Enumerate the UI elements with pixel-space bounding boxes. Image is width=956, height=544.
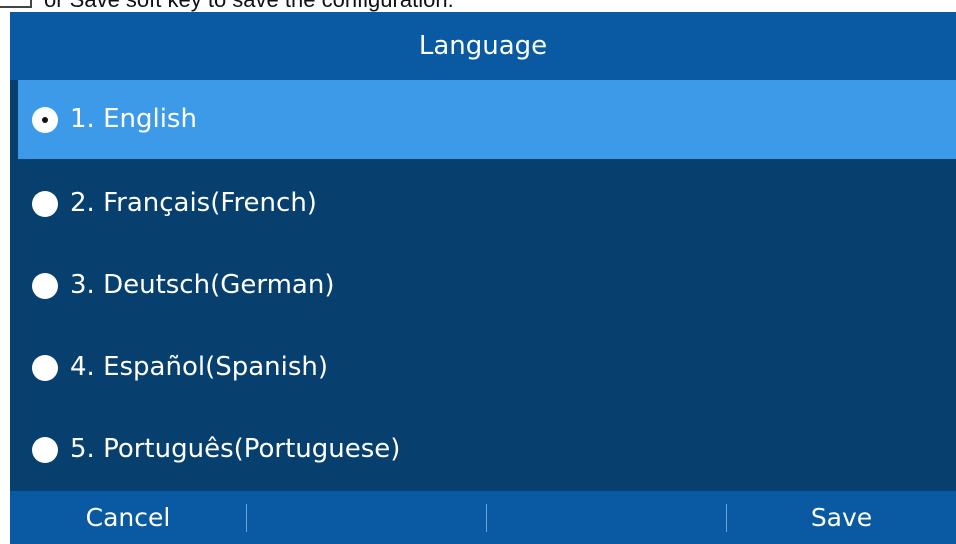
softkey-bar: Cancel Save <box>10 491 956 544</box>
cancel-button[interactable]: Cancel <box>10 491 246 544</box>
language-option-french[interactable]: 2. Français(French) <box>18 164 956 243</box>
page-title: Language <box>10 12 956 80</box>
softkey-2-button[interactable] <box>247 491 486 544</box>
phone-screen: Language 1. English 2. Français(French) … <box>10 12 956 544</box>
language-option-label: 3. Deutsch(German) <box>70 270 335 300</box>
save-button[interactable]: Save <box>727 491 956 544</box>
doc-snippet: or Save soft key to save the configurati… <box>0 0 956 12</box>
radio-unselected-icon <box>32 437 58 463</box>
radio-unselected-icon <box>32 355 58 381</box>
language-option-spanish[interactable]: 4. Español(Spanish) <box>18 328 956 407</box>
language-option-german[interactable]: 3. Deutsch(German) <box>18 246 956 325</box>
doc-snippet-text: or Save soft key to save the configurati… <box>44 0 454 12</box>
radio-selected-icon <box>32 107 58 133</box>
softkey-3-button[interactable] <box>487 491 726 544</box>
language-option-label: 1. English <box>70 104 197 134</box>
radio-unselected-icon <box>32 191 58 217</box>
language-option-label: 5. Português(Portuguese) <box>70 434 401 464</box>
language-list: 1. English 2. Français(French) 3. Deutsc… <box>10 80 956 491</box>
language-option-english[interactable]: 1. English <box>18 80 956 159</box>
language-option-label: 4. Español(Spanish) <box>70 352 329 382</box>
language-option-portuguese[interactable]: 5. Português(Portuguese) <box>18 410 956 489</box>
language-option-label: 2. Français(French) <box>70 188 317 218</box>
radio-unselected-icon <box>32 273 58 299</box>
note-marker-icon <box>0 0 32 8</box>
